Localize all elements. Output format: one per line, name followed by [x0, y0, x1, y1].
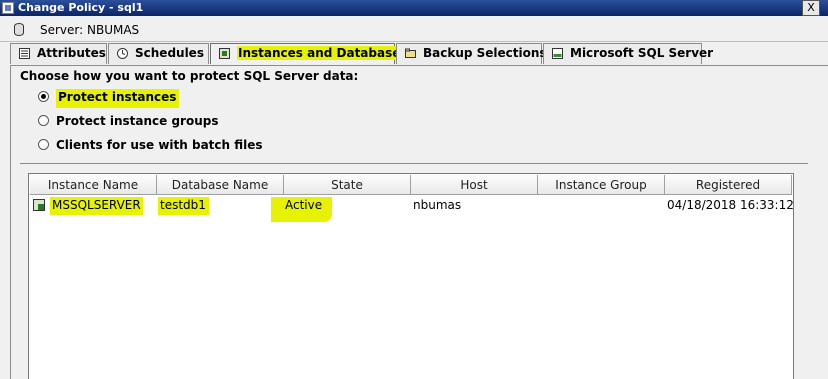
tab-attributes[interactable]: Attributes: [10, 43, 107, 64]
close-button[interactable]: X: [802, 0, 820, 16]
instances-table: Instance Name Database Name State Host I…: [28, 173, 794, 379]
radio-selected-icon[interactable]: [38, 91, 49, 102]
table-row[interactable]: MSSQLSERVER testdb1 Active nbumas 04/18/…: [30, 195, 794, 222]
radio-icon[interactable]: [38, 139, 49, 150]
column-header-database-name[interactable]: Database Name: [157, 175, 284, 195]
tab-schedules[interactable]: Schedules: [108, 43, 209, 64]
database-instance-icon: [219, 48, 230, 59]
tab-microsoft-sql-server[interactable]: Microsoft SQL Server: [543, 43, 713, 64]
option-label: Clients for use with batch files: [56, 138, 263, 152]
server-label: Server: NBUMAS: [40, 23, 140, 37]
cell-host: nbumas: [413, 198, 462, 212]
cell-instance-name: MSSQLSERVER: [50, 195, 143, 215]
tab-label: Instances and Databases: [237, 46, 409, 60]
sql-icon: [552, 48, 563, 59]
folder-icon: [405, 48, 416, 58]
cell-registered: 04/18/2018 16:33:12: [667, 198, 794, 212]
clock-icon: [117, 48, 128, 59]
tab-label: Schedules: [135, 46, 204, 60]
list-icon: [19, 48, 30, 59]
option-label: Protect instance groups: [56, 114, 219, 128]
window-title: Change Policy - sql1: [18, 1, 144, 14]
column-header-registered[interactable]: Registered: [665, 175, 792, 195]
cell-database-name: testdb1: [158, 195, 209, 215]
radio-icon[interactable]: [38, 115, 49, 126]
cell-state: Active: [271, 195, 333, 222]
section-divider: [20, 163, 808, 164]
protection-prompt: Choose how you want to protect SQL Serve…: [20, 69, 359, 83]
divider: [0, 41, 828, 42]
tab-instances-and-databases[interactable]: Instances and Databases: [210, 43, 409, 64]
column-header-instance-group[interactable]: Instance Group: [538, 175, 665, 195]
sql-instance-icon: [33, 199, 45, 211]
option-label: Protect instances: [56, 88, 180, 108]
tab-label: Attributes: [37, 46, 106, 60]
server-database-icon: [14, 23, 24, 36]
column-header-state[interactable]: State: [284, 175, 411, 195]
window-titlebar: Change Policy - sql1 X: [0, 0, 828, 16]
column-header-host[interactable]: Host: [411, 175, 538, 195]
tab-label: Microsoft SQL Server: [570, 46, 714, 60]
tab-backup-selections[interactable]: Backup Selections: [396, 43, 547, 64]
column-header-instance-name[interactable]: Instance Name: [30, 175, 157, 195]
tab-label: Backup Selections: [423, 46, 547, 60]
app-icon: [2, 2, 14, 14]
